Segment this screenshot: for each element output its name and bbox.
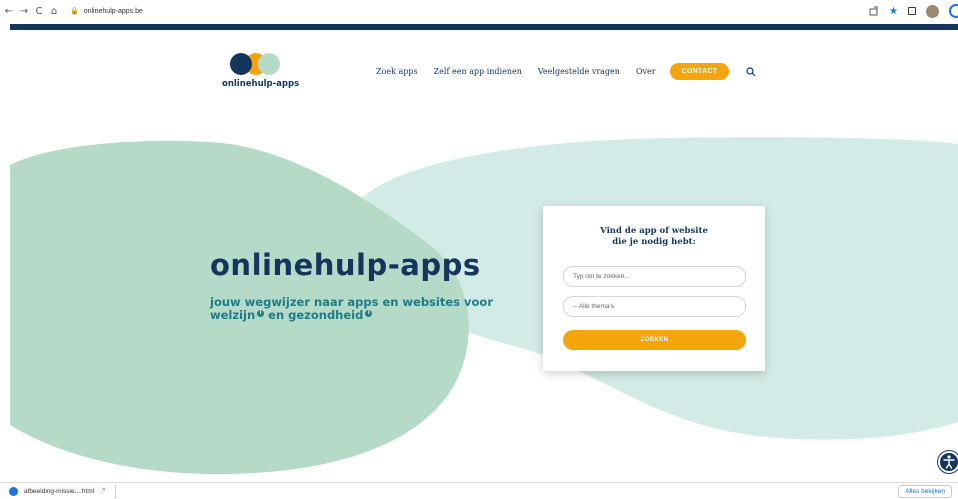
show-all-downloads-button[interactable]: Alles bekijken (898, 485, 952, 498)
search-card: Vind de app of website die je nodig hebt… (543, 206, 765, 371)
chevron-up-icon[interactable]: ^ (102, 488, 105, 495)
share-icon[interactable] (869, 6, 879, 16)
contact-button[interactable]: CONTACT (669, 63, 730, 80)
logo-circle-mint (258, 53, 280, 75)
reload-button[interactable]: C (33, 6, 45, 17)
lock-icon: 🔒 (70, 8, 79, 15)
download-bar: afbeelding-missie....html ^ Alles bekijk… (0, 482, 958, 499)
bookmark-star-icon[interactable]: ★ (889, 6, 898, 17)
search-card-title-line1: Vind de app of website (600, 226, 708, 236)
hero-subtitle: jouw wegwijzer naar apps en websites voo… (210, 296, 493, 322)
accessibility-icon (943, 455, 955, 469)
search-icon[interactable] (746, 66, 756, 77)
site-logo[interactable]: onlinehulp-apps (222, 53, 302, 93)
extensions-icon[interactable] (908, 7, 916, 15)
forward-button[interactable]: → (18, 6, 30, 17)
nav-over[interactable]: Over (636, 67, 656, 76)
chrome-file-icon (9, 486, 18, 496)
gezondheid-text: en gezondheid (264, 308, 364, 322)
download-file-name[interactable]: afbeelding-missie....html (24, 488, 94, 495)
search-card-title-line2: die je nodig hebt: (612, 237, 696, 247)
main-nav: Zoek apps Zelf een app indienen Veelgest… (376, 63, 756, 80)
download-divider (115, 484, 117, 498)
browser-actions: ★ (869, 4, 958, 18)
nav-zoek-apps[interactable]: Zoek apps (376, 67, 418, 76)
back-button[interactable]: ← (3, 6, 15, 17)
hero-subtitle-line2: welzijn i en gezondheid i (210, 309, 493, 322)
profile-avatar[interactable] (926, 4, 939, 18)
logo-text: onlinehulp-apps (222, 79, 300, 89)
search-input[interactable]: Typ om te zoeken... (563, 266, 746, 287)
theme-select[interactable]: -- Alle thema's (563, 296, 746, 317)
hero-title: onlinehulp-apps (210, 248, 481, 282)
browser-toolbar: ← → C ⌂ 🔒 onlinehulp-apps.be ★ (0, 0, 958, 22)
url-text[interactable]: onlinehulp-apps.be (84, 8, 143, 15)
home-button[interactable]: ⌂ (48, 6, 60, 17)
logo-circle-navy (230, 53, 252, 75)
background-blobs (10, 137, 958, 475)
accessibility-button[interactable] (938, 451, 958, 473)
search-card-title: Vind de app of website die je nodig hebt… (543, 226, 765, 248)
address-bar[interactable]: 🔒 onlinehulp-apps.be (70, 7, 143, 16)
account-icon[interactable] (949, 4, 958, 18)
zoeken-button[interactable]: ZOEKEN (563, 330, 746, 350)
nav-app-indienen[interactable]: Zelf een app indienen (434, 67, 522, 76)
nav-veelgestelde-vragen[interactable]: Veelgestelde vragen (538, 67, 620, 76)
website-page: onlinehulp-apps Zoek apps Zelf een app i… (10, 30, 958, 482)
gezondheid-info-icon[interactable]: i (365, 310, 373, 317)
welzijn-text: welzijn (210, 308, 256, 322)
